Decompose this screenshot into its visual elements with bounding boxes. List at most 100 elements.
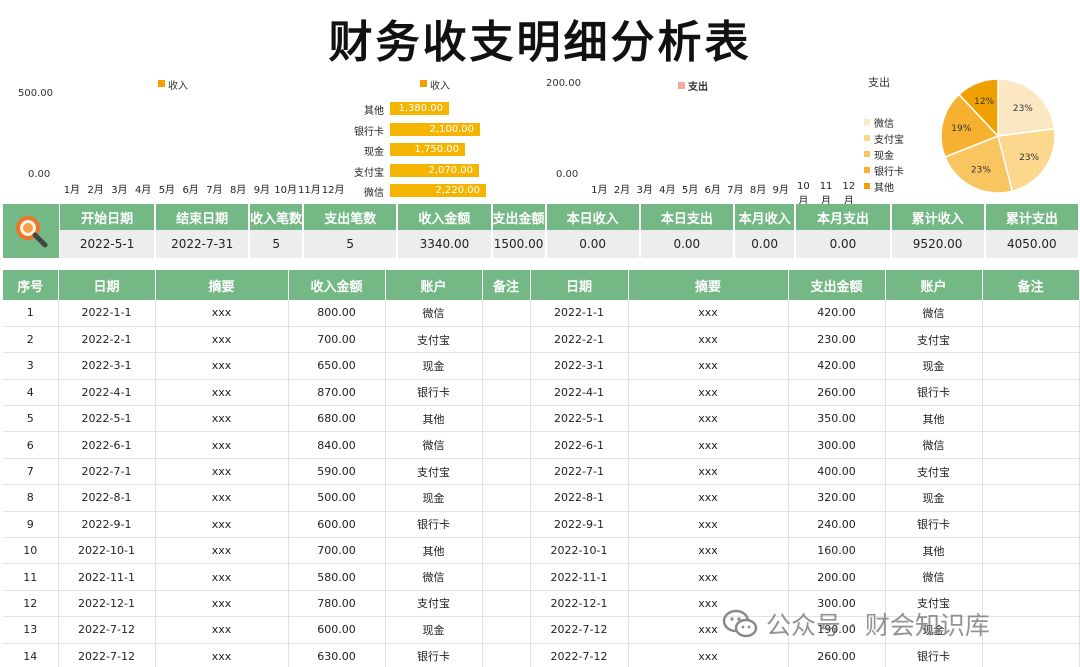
table-cell[interactable] (482, 326, 531, 354)
table-cell[interactable]: 2022-5-1 (58, 405, 156, 433)
table-cell[interactable]: 其他 (885, 537, 983, 565)
table-cell[interactable] (482, 484, 531, 512)
table-cell[interactable]: 银行卡 (385, 643, 483, 667)
bar[interactable]: 1,750.00 (390, 143, 465, 156)
table-cell[interactable]: xxx (155, 300, 289, 327)
table-cell[interactable]: 其他 (885, 405, 983, 433)
detail-header-cell[interactable]: 备注 (982, 270, 1080, 300)
table-cell[interactable]: 600.00 (288, 511, 386, 539)
table-cell[interactable]: 500.00 (288, 484, 386, 512)
bar[interactable]: 2,100.00 (390, 122, 480, 136)
table-cell[interactable]: 420.00 (788, 300, 886, 327)
table-cell[interactable]: xxx (155, 379, 289, 407)
table-cell[interactable]: 2022-10-1 (530, 537, 629, 565)
table-cell[interactable] (482, 616, 531, 644)
table-cell[interactable]: xxx (155, 590, 289, 618)
table-cell[interactable] (482, 352, 531, 380)
summary-value-cell[interactable]: 9520.00 (890, 230, 986, 258)
table-cell[interactable] (982, 405, 1080, 433)
table-cell[interactable]: 260.00 (788, 643, 886, 667)
table-cell[interactable]: 2022-2-1 (58, 326, 156, 354)
detail-header-cell[interactable]: 摘要 (155, 270, 289, 300)
table-cell[interactable]: 2022-4-1 (530, 379, 629, 407)
table-cell[interactable] (482, 458, 531, 486)
table-cell[interactable]: 650.00 (288, 352, 386, 380)
table-cell[interactable]: 2022-7-1 (530, 458, 629, 486)
summary-value-cell[interactable]: 2022-7-31 (155, 230, 251, 258)
table-cell[interactable]: 13 (3, 616, 59, 644)
table-cell[interactable]: xxx (628, 616, 789, 644)
table-cell[interactable]: 2022-7-12 (58, 616, 156, 644)
table-cell[interactable]: 2022-10-1 (58, 537, 156, 565)
expense-pie-chart[interactable]: 支出 微信 支付宝 现金 银行卡 其他 23% 23% 23% 19% 12% (860, 70, 1080, 200)
table-cell[interactable]: 银行卡 (885, 643, 983, 667)
table-cell[interactable]: 2022-4-1 (58, 379, 156, 407)
table-cell[interactable]: 10 (3, 537, 59, 565)
detail-header-cell[interactable]: 日期 (530, 270, 629, 300)
table-cell[interactable]: xxx (628, 643, 789, 667)
table-cell[interactable]: 银行卡 (885, 511, 983, 539)
table-cell[interactable]: 2022-12-1 (530, 590, 629, 618)
table-cell[interactable]: xxx (155, 458, 289, 486)
table-cell[interactable]: xxx (155, 563, 289, 591)
table-cell[interactable]: 2022-5-1 (530, 405, 629, 433)
table-cell[interactable] (982, 484, 1080, 512)
table-cell[interactable]: 2022-7-12 (58, 643, 156, 667)
table-cell[interactable]: xxx (628, 590, 789, 618)
detail-header-cell[interactable]: 摘要 (628, 270, 789, 300)
table-cell[interactable]: 190.00 (788, 616, 886, 644)
summary-value-cell[interactable]: 5 (303, 230, 399, 258)
table-cell[interactable]: 2022-8-1 (58, 484, 156, 512)
summary-value-cell[interactable]: 0.00 (639, 230, 735, 258)
table-cell[interactable] (482, 643, 531, 667)
table-cell[interactable]: 590.00 (288, 458, 386, 486)
table-cell[interactable]: 2022-1-1 (530, 300, 629, 327)
table-cell[interactable]: 700.00 (288, 326, 386, 354)
table-cell[interactable] (482, 379, 531, 407)
table-cell[interactable]: 支付宝 (885, 326, 983, 354)
table-cell[interactable]: 现金 (385, 352, 483, 380)
table-cell[interactable]: xxx (155, 405, 289, 433)
summary-value-cell[interactable]: 1500.00 (491, 230, 547, 258)
table-cell[interactable] (982, 511, 1080, 539)
table-cell[interactable]: xxx (155, 511, 289, 539)
table-cell[interactable]: xxx (628, 537, 789, 565)
table-cell[interactable]: 2 (3, 326, 59, 354)
table-cell[interactable]: 870.00 (288, 379, 386, 407)
table-cell[interactable]: 2022-12-1 (58, 590, 156, 618)
table-cell[interactable]: 微信 (385, 431, 483, 459)
table-cell[interactable]: 230.00 (788, 326, 886, 354)
table-cell[interactable] (982, 300, 1080, 327)
table-cell[interactable]: 银行卡 (885, 379, 983, 407)
table-cell[interactable]: 11 (3, 563, 59, 591)
table-cell[interactable]: 780.00 (288, 590, 386, 618)
table-cell[interactable]: 580.00 (288, 563, 386, 591)
table-cell[interactable]: 160.00 (788, 537, 886, 565)
table-cell[interactable]: xxx (155, 616, 289, 644)
table-cell[interactable]: 2022-3-1 (530, 352, 629, 380)
table-cell[interactable]: 其他 (385, 405, 483, 433)
table-cell[interactable]: 现金 (885, 484, 983, 512)
table-cell[interactable]: 其他 (385, 537, 483, 565)
table-cell[interactable]: xxx (628, 511, 789, 539)
table-cell[interactable] (982, 379, 1080, 407)
table-cell[interactable]: xxx (155, 431, 289, 459)
detail-header-cell[interactable]: 支出金额 (788, 270, 886, 300)
expense-line-chart[interactable]: 200.00 支出 0.00 1月 2月 3月 4月 5月 6月 7月 8月 9月 10月 11月 1… (540, 70, 860, 207)
detail-header-cell[interactable]: 账户 (385, 270, 483, 300)
table-cell[interactable]: 现金 (885, 616, 983, 644)
summary-value-cell[interactable]: 2022-5-1 (60, 230, 157, 258)
table-cell[interactable]: 2022-7-1 (58, 458, 156, 486)
detail-header-cell[interactable]: 日期 (58, 270, 156, 300)
detail-header-cell[interactable]: 序号 (3, 270, 59, 300)
table-cell[interactable]: 微信 (385, 300, 483, 327)
table-cell[interactable] (482, 405, 531, 433)
table-cell[interactable]: xxx (628, 458, 789, 486)
table-cell[interactable]: 2022-9-1 (530, 511, 629, 539)
table-cell[interactable]: 现金 (385, 616, 483, 644)
table-cell[interactable] (482, 590, 531, 618)
table-cell[interactable]: 2022-6-1 (58, 431, 156, 459)
table-cell[interactable]: 7 (3, 458, 59, 486)
table-cell[interactable]: 微信 (885, 431, 983, 459)
table-cell[interactable]: 700.00 (288, 537, 386, 565)
